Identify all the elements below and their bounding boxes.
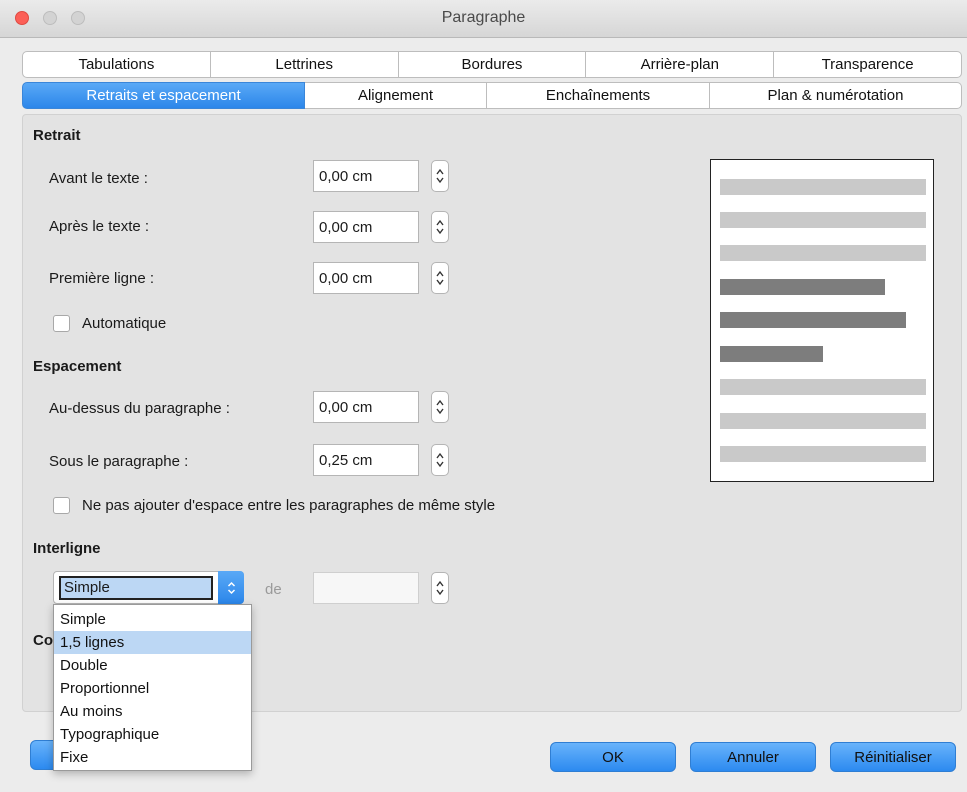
- cancel-button[interactable]: Annuler: [690, 742, 816, 772]
- au-dessus-label: Au-dessus du paragraphe :: [49, 400, 230, 417]
- interligne-section-title: Interligne: [33, 540, 101, 557]
- de-label: de: [265, 581, 282, 598]
- tab-lettrines[interactable]: Lettrines: [210, 51, 399, 78]
- preview-line: [720, 179, 926, 195]
- no-space-checkbox[interactable]: [53, 497, 70, 514]
- premiere-ligne-input[interactable]: 0,00 cm: [313, 262, 419, 294]
- tab-alignement[interactable]: Alignement: [305, 82, 487, 109]
- title-bar: Paragraphe: [0, 0, 967, 38]
- tab-transparence[interactable]: Transparence: [774, 51, 962, 78]
- option-simple[interactable]: Simple: [54, 608, 251, 631]
- preview-line: [720, 379, 926, 395]
- tab-retraits-espacement[interactable]: Retraits et espacement: [22, 82, 305, 109]
- au-dessus-stepper[interactable]: [431, 391, 449, 423]
- preview-line: [720, 245, 926, 261]
- stepper-arrows-icon: [436, 452, 444, 468]
- preview-line-current: [720, 346, 823, 362]
- option-double[interactable]: Double: [54, 654, 251, 677]
- apres-texte-stepper[interactable]: [431, 211, 449, 243]
- avant-texte-input[interactable]: 0,00 cm: [313, 160, 419, 192]
- tab-enchainements[interactable]: Enchaînements: [487, 82, 710, 109]
- sous-paragraphe-label: Sous le paragraphe :: [49, 453, 189, 470]
- tab-plan-numerotation[interactable]: Plan & numérotation: [710, 82, 962, 109]
- interligne-selected-value: Simple: [59, 576, 213, 600]
- avant-texte-stepper[interactable]: [431, 160, 449, 192]
- au-dessus-input[interactable]: 0,00 cm: [313, 391, 419, 423]
- preview-line: [720, 413, 926, 429]
- premiere-ligne-stepper[interactable]: [431, 262, 449, 294]
- option-au-moins[interactable]: Au moins: [54, 700, 251, 723]
- apres-texte-input[interactable]: 0,00 cm: [313, 211, 419, 243]
- preview-line-current: [720, 312, 906, 328]
- tab-row-1: Tabulations Lettrines Bordures Arrière-p…: [22, 51, 962, 78]
- sous-paragraphe-input[interactable]: 0,25 cm: [313, 444, 419, 476]
- stepper-arrows-icon: [436, 219, 444, 235]
- interligne-dropdown-list: Simple 1,5 lignes Double Proportionnel A…: [53, 604, 252, 771]
- automatique-label: Automatique: [82, 315, 167, 332]
- stepper-arrows-icon: [436, 580, 444, 596]
- option-proportionnel[interactable]: Proportionnel: [54, 677, 251, 700]
- interligne-value-input[interactable]: [313, 572, 419, 604]
- next-section-title-partial: Co: [33, 632, 53, 649]
- sous-paragraphe-stepper[interactable]: [431, 444, 449, 476]
- stepper-arrows-icon: [436, 270, 444, 286]
- window-title: Paragraphe: [441, 9, 526, 26]
- option-1-5-lignes[interactable]: 1,5 lignes: [54, 631, 251, 654]
- reset-button[interactable]: Réinitialiser: [830, 742, 956, 772]
- tab-bordures[interactable]: Bordures: [398, 51, 587, 78]
- espacement-section-title: Espacement: [33, 358, 122, 375]
- preview-line: [720, 446, 926, 462]
- tab-row-2: Retraits et espacement Alignement Enchaî…: [22, 82, 962, 109]
- apres-texte-label: Après le texte :: [49, 218, 150, 235]
- option-typographique[interactable]: Typographique: [54, 723, 251, 746]
- tab-tabulations[interactable]: Tabulations: [22, 51, 211, 78]
- no-space-label: Ne pas ajouter d'espace entre les paragr…: [82, 497, 496, 514]
- paragraph-preview: [710, 159, 934, 482]
- tab-arriere-plan[interactable]: Arrière-plan: [586, 51, 775, 78]
- stepper-arrows-icon: [436, 168, 444, 184]
- interligne-value-stepper[interactable]: [431, 572, 449, 604]
- preview-line-current: [720, 279, 885, 295]
- automatique-checkbox[interactable]: [53, 315, 70, 332]
- select-arrow-icon[interactable]: [218, 571, 244, 604]
- avant-texte-label: Avant le texte :: [49, 170, 148, 187]
- retrait-section-title: Retrait: [33, 127, 81, 144]
- premiere-ligne-label: Première ligne :: [49, 270, 155, 287]
- preview-line: [720, 212, 926, 228]
- ok-button[interactable]: OK: [550, 742, 676, 772]
- option-fixe[interactable]: Fixe: [54, 746, 251, 769]
- stepper-arrows-icon: [436, 399, 444, 415]
- interligne-select[interactable]: Simple: [53, 571, 244, 604]
